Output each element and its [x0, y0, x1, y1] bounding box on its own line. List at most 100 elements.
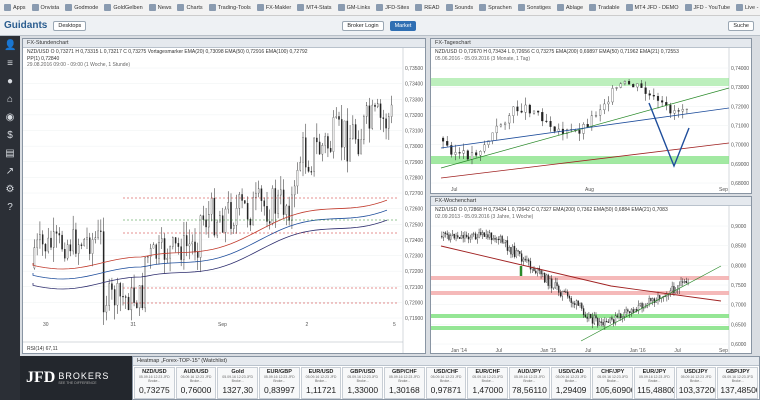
- bookmark-item[interactable]: Sounds: [445, 4, 473, 11]
- heatmap-cell[interactable]: EUR/JPY 05.09.16 12:23 JFD Broke... 115,48…: [634, 367, 675, 399]
- zone-band: [431, 314, 729, 318]
- heatmap-cell[interactable]: CHF/JPY 05.09.16 12:23 JFD Broke... 105,60…: [592, 367, 634, 399]
- bookmark-item[interactable]: Live - YouTube: [736, 4, 760, 11]
- bookmark-item[interactable]: MT4-Stats: [297, 4, 332, 11]
- time-label: Jul: [674, 348, 680, 354]
- candle-body: [172, 237, 174, 247]
- candle-body: [520, 110, 523, 113]
- candle-body: [108, 283, 110, 306]
- bookmark-item[interactable]: Apps: [4, 4, 26, 11]
- heatmap-cell[interactable]: EUR/GBP 05.09.16 12:23 JFD Broke... 0,8399…: [259, 367, 300, 399]
- bookmark-item[interactable]: News: [148, 4, 172, 11]
- bell-icon[interactable]: ⌂: [4, 94, 16, 106]
- heatmap-cell[interactable]: GBP/JPY 05.09.16 12:23 JFD Broke... 137,48…: [717, 367, 759, 399]
- bookmark-item[interactable]: Godmode: [65, 4, 98, 11]
- heatmap-cell[interactable]: AUD/USD 05.09.16 12:23 JFD Broke... 0,7600…: [175, 367, 217, 399]
- candle-body: [630, 309, 633, 314]
- candle-body: [588, 313, 590, 319]
- avatar[interactable]: 👤: [4, 40, 16, 52]
- candle-body: [305, 137, 307, 168]
- candle-body: [343, 120, 346, 148]
- bookmark-icon: [556, 4, 564, 11]
- candle-body: [382, 117, 385, 119]
- bookmark-label: MT4 JFD - DEMO: [634, 4, 679, 11]
- hourly-candles[interactable]: 0,73500 0,73400 0,73300 0,73200 0,73100 0,730…: [23, 48, 426, 354]
- bookmark-item[interactable]: FX-Makler: [256, 4, 291, 11]
- candle-body: [469, 236, 471, 240]
- bookmark-icon: [589, 4, 597, 11]
- candle-body: [122, 296, 124, 298]
- bookmark-label: Sprachen: [488, 4, 512, 11]
- candle-body: [89, 237, 91, 254]
- settings-icon[interactable]: ⚙: [4, 184, 16, 196]
- bookmark-label: GM-Links: [346, 4, 371, 11]
- broker-login-button[interactable]: Broker Login: [342, 20, 384, 31]
- heatmap-cell[interactable]: GBP/CHF 05.09.16 12:23 JFD Broke... 1,3016…: [384, 367, 425, 399]
- bookmark-item[interactable]: GoldGelben: [104, 4, 143, 11]
- bookmark-item[interactable]: Onvista: [31, 4, 59, 11]
- bookmark-icon: [4, 4, 11, 11]
- candle-body: [91, 239, 94, 254]
- bookmark-item[interactable]: Ablage: [556, 4, 583, 11]
- heatmap-cell[interactable]: EUR/USD 05.09.16 12:23 JFD Broke... 1,1172…: [300, 367, 342, 399]
- candle-body: [549, 121, 552, 127]
- heatmap-cell[interactable]: Gold 05.09.16 12:23 JFD Broke... 1327,30: [217, 367, 259, 399]
- heatmap-cell[interactable]: USD/CAD 05.09.16 12:23 JFD Broke... 1,2940…: [550, 367, 592, 399]
- candle-body: [556, 282, 558, 287]
- candle-body: [72, 229, 74, 252]
- bullet-icon[interactable]: ●: [4, 76, 16, 88]
- candle-body: [188, 243, 191, 247]
- candle-body: [501, 236, 503, 243]
- bookmark-item[interactable]: Sonstiges: [517, 4, 551, 11]
- bookmark-item[interactable]: JFD - YouTube: [684, 4, 730, 11]
- time-label: 2: [306, 322, 309, 328]
- bookmark-item[interactable]: Charts: [177, 4, 203, 11]
- bookmark-icon: [104, 4, 112, 11]
- bookmark-item[interactable]: Sprachen: [479, 4, 512, 11]
- bookmark-item[interactable]: MT4 JFD - DEMO: [625, 4, 679, 11]
- desktops-button[interactable]: Desktops: [53, 20, 87, 31]
- daily-candles[interactable]: 0,74000 0,73000 0,72000 0,71000 0,70000 0,690…: [431, 48, 752, 194]
- heatmap-cell[interactable]: USD/CHF 05.09.16 12:23 JFD Broke... 0,9787…: [425, 367, 467, 399]
- weekly-candles[interactable]: 0,9000 0,8500 0,8000 0,7500 0,7000 0,6500 0,60…: [431, 206, 752, 354]
- candle-body: [94, 237, 97, 240]
- candle-body: [680, 281, 682, 286]
- candle-body: [169, 246, 171, 259]
- bookmark-label: News: [157, 4, 172, 11]
- bookmark-icon: [31, 4, 39, 11]
- heatmap-cell[interactable]: NZD/USD 05.09.16 12:23 JFD Broke... 0,7327…: [134, 367, 175, 399]
- search-input[interactable]: Suche: [728, 20, 754, 31]
- bookmark-icon: [208, 4, 216, 11]
- candle-body: [677, 110, 680, 112]
- eye-icon[interactable]: ◉: [4, 112, 16, 124]
- candle-body: [50, 237, 52, 248]
- heatmap-cell[interactable]: EUR/CHF 05.09.16 12:23 JFD Broke... 1,4700…: [467, 367, 509, 399]
- heatmap-cell[interactable]: AUD/JPY 05.09.16 12:23 JFD Broke... 78,561…: [509, 367, 550, 399]
- market-button[interactable]: Market: [389, 20, 417, 31]
- bookmark-item[interactable]: GM-Links: [337, 4, 371, 11]
- chart-icon[interactable]: ▤: [4, 148, 16, 160]
- price-label: 0,72000: [405, 300, 423, 306]
- hourly-chart-panel: FX-Stundenchart NZD/USD O 0,73271 H 0,73…: [22, 38, 426, 354]
- dollar-icon[interactable]: $: [4, 130, 16, 142]
- bookmark-item[interactable]: READ: [415, 4, 440, 11]
- candle-body: [302, 137, 304, 163]
- candle-body: [125, 296, 127, 298]
- bookmark-item[interactable]: JFD-Sites: [376, 4, 409, 11]
- candle-body: [446, 141, 449, 146]
- candle-body: [113, 289, 116, 306]
- candle-body: [665, 102, 668, 106]
- help-icon[interactable]: ?: [4, 202, 16, 214]
- candle-body: [221, 215, 224, 233]
- bookmark-item[interactable]: Tradable: [589, 4, 620, 11]
- candle-body: [450, 235, 452, 240]
- heatmap-cell[interactable]: GBP/USD 05.09.16 12:23 JFD Broke... 1,3300…: [342, 367, 384, 399]
- heatmap-cell[interactable]: USD/JPY 05.09.16 12:23 JFD Broke... 103,37…: [675, 367, 717, 399]
- candle-body: [260, 188, 263, 201]
- time-label: Aug: [585, 187, 594, 193]
- trend-icon[interactable]: ↗: [4, 166, 16, 178]
- heatmap-cells: NZD/USD 05.09.16 12:23 JFD Broke... 0,7327…: [133, 366, 759, 400]
- news-icon[interactable]: ≡: [4, 58, 16, 70]
- bookmark-item[interactable]: Trading-Tools: [208, 4, 251, 11]
- cell-price: 137,48500: [720, 385, 759, 395]
